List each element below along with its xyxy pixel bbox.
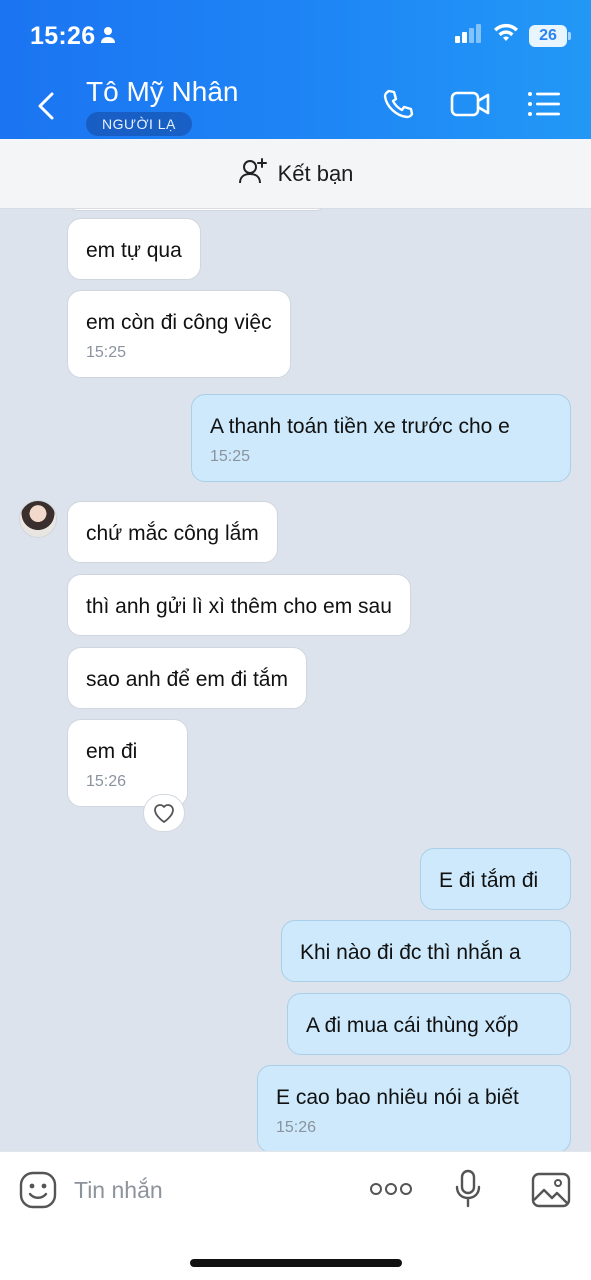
voice-message-button[interactable] — [450, 1168, 486, 1210]
menu-list-icon — [528, 92, 560, 116]
message-time: 15:25 — [86, 344, 127, 361]
message-bubble-outgoing[interactable]: A đi mua cái thùng xốp — [287, 993, 571, 1055]
message-text: A thanh toán tiền xe trước cho e — [210, 415, 510, 438]
message-bubble-incoming[interactable]: em tự qua — [67, 218, 201, 280]
emoji-button[interactable] — [18, 1170, 58, 1210]
add-friend-icon — [238, 157, 268, 190]
message-text: E đi tắm đi — [439, 869, 539, 892]
phone-icon — [383, 89, 414, 119]
more-dots-icon — [370, 1183, 412, 1195]
back-button[interactable] — [28, 86, 64, 126]
message-text: chứ mắc công lắm — [86, 522, 259, 545]
heart-icon — [154, 804, 174, 823]
message-list[interactable]: em tự qua em còn đi công việc 15:25 A th… — [0, 209, 591, 1151]
send-image-button[interactable] — [530, 1170, 572, 1210]
message-bubble-outgoing[interactable]: E đi tắm đi — [420, 848, 571, 910]
battery-indicator: 26 — [529, 24, 571, 47]
message-bubble-incoming[interactable]: em còn đi công việc 15:25 — [67, 290, 291, 378]
add-friend-label: Kết bạn — [277, 160, 354, 186]
stranger-badge: NGƯỜI LẠ — [86, 112, 192, 136]
message-bubble-incoming[interactable]: chứ mắc công lắm — [67, 501, 278, 563]
message-time: 15:25 — [210, 448, 251, 465]
react-heart-button[interactable] — [143, 794, 185, 832]
more-options-button[interactable] — [368, 1174, 414, 1204]
chat-header: 15:26 26 Tô Mỹ Nhân NGƯỜI LẠ — [0, 0, 591, 139]
message-bubble-partial — [67, 209, 327, 211]
status-indicators: 26 — [455, 23, 571, 48]
status-time: 15:26 — [30, 22, 96, 50]
image-icon — [531, 1172, 571, 1208]
message-bubble-outgoing[interactable]: A thanh toán tiền xe trước cho e 15:25 — [191, 394, 571, 482]
wifi-icon — [493, 23, 519, 48]
microphone-icon — [455, 1169, 481, 1208]
contact-avatar[interactable] — [19, 500, 57, 538]
signal-icon — [455, 23, 483, 48]
message-time: 15:26 — [86, 773, 127, 790]
message-text: E cao bao nhiêu nói a biết — [276, 1086, 519, 1109]
message-time: 15:26 — [276, 1119, 317, 1136]
emoji-icon — [19, 1171, 57, 1209]
message-text: thì anh gửi lì xì thêm cho em sau — [86, 595, 392, 618]
back-chevron-icon — [38, 92, 54, 120]
person-icon — [100, 26, 116, 49]
message-input-bar — [0, 1151, 591, 1280]
message-input[interactable] — [74, 1172, 344, 1208]
message-text: Khi nào đi đc thì nhắn a — [300, 941, 521, 964]
message-bubble-incoming[interactable]: thì anh gửi lì xì thêm cho em sau — [67, 574, 411, 636]
home-indicator — [190, 1259, 402, 1267]
message-text: em tự qua — [86, 239, 182, 262]
menu-button[interactable] — [524, 84, 564, 124]
contact-name[interactable]: Tô Mỹ Nhân — [86, 76, 239, 108]
message-bubble-outgoing[interactable]: E cao bao nhiêu nói a biết 15:26 — [257, 1065, 571, 1151]
video-call-icon — [450, 91, 490, 117]
message-text: sao anh để em đi tắm — [86, 668, 288, 691]
message-text: em còn đi công việc — [86, 311, 272, 334]
call-button[interactable] — [378, 84, 418, 124]
add-friend-bar[interactable]: Kết bạn — [0, 139, 591, 209]
message-bubble-incoming[interactable]: sao anh để em đi tắm — [67, 647, 307, 709]
message-bubble-outgoing[interactable]: Khi nào đi đc thì nhắn a — [281, 920, 571, 982]
message-text: em đi — [86, 740, 138, 763]
video-call-button[interactable] — [448, 84, 494, 124]
message-text: A đi mua cái thùng xốp — [306, 1014, 519, 1037]
chat-screen: 15:26 26 Tô Mỹ Nhân NGƯỜI LẠ Kết bạn em … — [0, 0, 591, 1280]
